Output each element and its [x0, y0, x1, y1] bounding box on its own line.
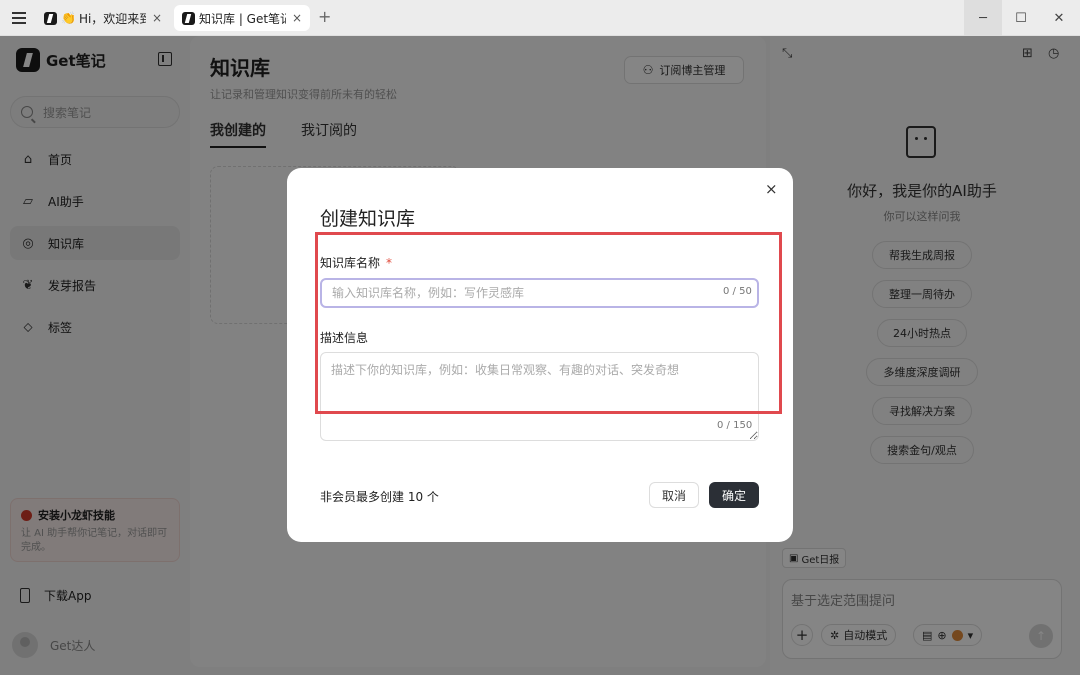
title-bar: 👏 Hi，欢迎来到Get笔记 × 知识库 | Get笔记 × + ─ ☐ ✕: [0, 0, 1080, 36]
tab-knowledge-base[interactable]: 知识库 | Get笔记 ×: [174, 5, 310, 31]
tab-close-icon[interactable]: ×: [152, 11, 162, 25]
description-input[interactable]: [320, 352, 759, 441]
tab-title: 知识库 | Get笔记: [199, 11, 286, 26]
description-field-label: 描述信息: [320, 331, 369, 345]
knowledge-base-name-input[interactable]: [320, 278, 759, 308]
tab-welcome[interactable]: 👏 Hi，欢迎来到Get笔记 ×: [36, 5, 170, 31]
confirm-button[interactable]: 确定: [709, 482, 759, 508]
clap-icon: 👏: [61, 11, 76, 25]
getnote-favicon-icon: [182, 11, 195, 25]
new-tab-icon[interactable]: +: [318, 7, 331, 26]
name-char-count: 0 / 50: [723, 286, 752, 297]
name-field-label: 知识库名称 *: [320, 254, 392, 271]
tab-close-icon[interactable]: ×: [292, 11, 302, 25]
tab-title: Hi，欢迎来到Get笔记: [78, 11, 146, 26]
maximize-button[interactable]: ☐: [1002, 0, 1040, 36]
minimize-button[interactable]: ─: [964, 0, 1002, 36]
close-dialog-icon[interactable]: ×: [765, 180, 778, 198]
create-knowledge-base-dialog: × 创建知识库 知识库名称 * 0 / 50 描述信息 0 / 150 非会员最多…: [287, 168, 793, 542]
dialog-title: 创建知识库: [320, 208, 416, 230]
description-char-count: 0 / 150: [717, 420, 753, 431]
cancel-button[interactable]: 取消: [649, 482, 699, 508]
menu-icon[interactable]: [10, 9, 28, 27]
getnote-favicon-icon: [44, 11, 57, 25]
member-limit-note: 非会员最多创建 10 个: [320, 490, 439, 504]
name-label-text: 知识库名称: [320, 256, 381, 270]
close-window-button[interactable]: ✕: [1040, 0, 1078, 36]
required-mark: *: [386, 256, 393, 270]
